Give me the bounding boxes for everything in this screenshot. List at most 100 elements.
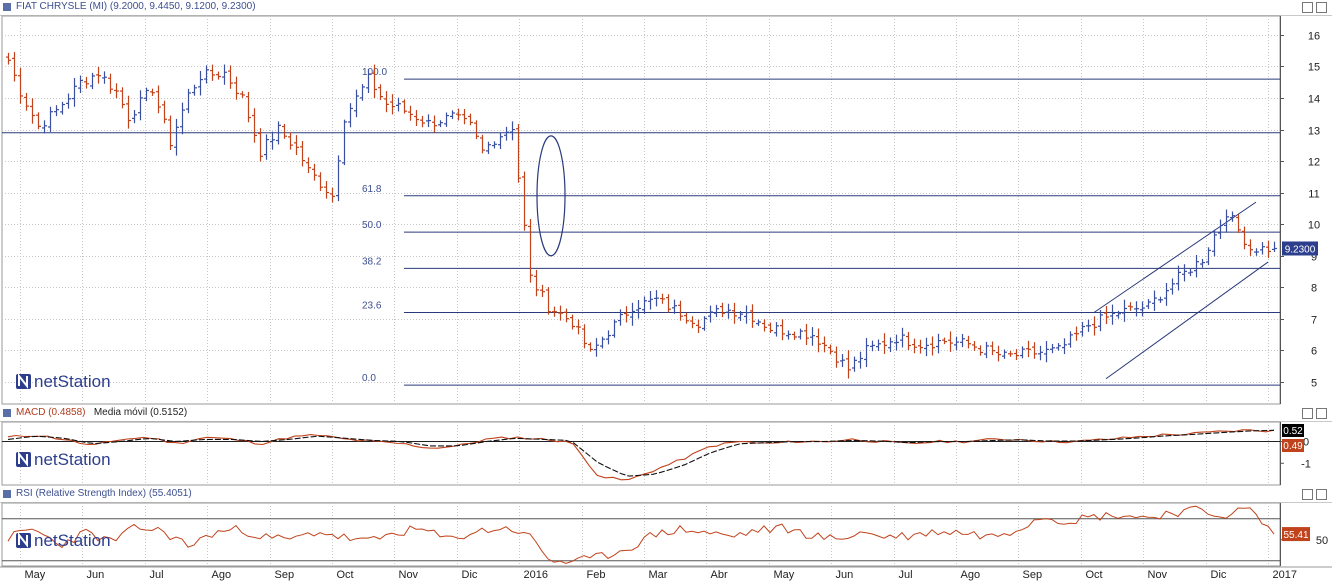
price-bar xyxy=(684,312,689,324)
price-bar xyxy=(774,322,779,337)
price-bar xyxy=(1074,326,1079,341)
price-bar xyxy=(996,345,1001,362)
price-bar xyxy=(408,105,413,121)
price-bar xyxy=(768,322,773,333)
netstation-logo-text: netStation xyxy=(34,372,111,391)
price-bar xyxy=(972,341,977,351)
price-bar xyxy=(540,284,545,298)
price-bar xyxy=(1110,304,1115,325)
price-bar xyxy=(618,309,623,326)
price-bar xyxy=(360,84,365,101)
x-tick-label: Nov xyxy=(1148,569,1168,581)
price-bar xyxy=(522,171,527,231)
fib-label: 38.2 xyxy=(362,256,382,267)
fib-label: 50.0 xyxy=(362,220,382,231)
price-tick-label: 8 xyxy=(1311,283,1317,295)
x-tick-label: Sep xyxy=(1023,569,1043,581)
price-bar xyxy=(1068,331,1073,348)
price-bar xyxy=(942,337,947,345)
price-bar xyxy=(402,99,407,114)
price-bar xyxy=(756,319,761,326)
price-bar xyxy=(348,103,353,128)
price-bar xyxy=(510,121,515,141)
price-bar xyxy=(36,112,41,130)
price-bar xyxy=(1182,264,1187,282)
price-bar xyxy=(828,344,833,355)
price-tick-label: 7 xyxy=(1311,315,1317,327)
last-price-badge-text: 9.2300 xyxy=(1285,244,1316,255)
price-bar xyxy=(198,70,203,96)
price-bar xyxy=(1020,346,1025,359)
price-bar xyxy=(762,319,767,332)
price-bar xyxy=(66,93,71,109)
axis-layer: May Jun Jul Ago Sep Oct Nov Dic 2016 Feb Mar Abr May… xyxy=(0,16,1332,581)
price-bar xyxy=(114,83,119,99)
price-bar xyxy=(660,293,665,304)
fib-label: 61.8 xyxy=(362,184,382,195)
price-bar xyxy=(462,109,467,125)
channel-lower-line xyxy=(1105,261,1269,380)
netstation-logo: netStation xyxy=(16,450,111,469)
price-bar xyxy=(810,327,815,346)
price-bar xyxy=(444,112,449,127)
price-bar xyxy=(318,172,323,192)
price-bar xyxy=(1134,301,1139,317)
price-bar xyxy=(1272,241,1277,252)
x-tick-label: May xyxy=(774,569,795,581)
netstation-logo-text: netStation xyxy=(34,531,111,550)
panel-frame xyxy=(1,15,1281,405)
rsi-layer xyxy=(2,505,1280,564)
x-tick-label: Ago xyxy=(961,569,981,581)
price-bar xyxy=(1056,343,1061,351)
macd-layer xyxy=(2,429,1280,481)
chart-canvas[interactable]: 100.061.850.038.223.60.0 May Jun Jul Ago Sep… xyxy=(0,0,1332,582)
price-bar xyxy=(852,356,857,372)
price-bar xyxy=(270,131,275,150)
price-bar xyxy=(498,132,503,150)
x-tick-label: Jul xyxy=(150,569,164,581)
logo-layer: netStation netStation netStation xyxy=(16,372,111,550)
price-bar xyxy=(60,101,65,115)
price-bar xyxy=(186,88,191,114)
price-bar xyxy=(708,305,713,323)
price-bar xyxy=(1062,338,1067,355)
rsi-badge-text: 55.41 xyxy=(1283,530,1308,541)
macd-tick-label: -1 xyxy=(1301,458,1311,470)
fib-label: 0.0 xyxy=(362,373,376,384)
price-tick-label: 6 xyxy=(1311,346,1317,358)
price-bar xyxy=(714,304,719,318)
price-bar xyxy=(870,340,875,352)
price-bar xyxy=(138,90,143,121)
price-bar xyxy=(546,286,551,315)
price-bar xyxy=(1260,242,1265,255)
price-bar xyxy=(882,333,887,354)
price-bar xyxy=(156,85,161,114)
price-bar xyxy=(780,319,785,341)
price-bar xyxy=(552,306,557,317)
price-tick-label: 11 xyxy=(1308,189,1319,201)
x-tick-label: 2017 xyxy=(1273,569,1297,581)
price-bar xyxy=(1266,240,1271,259)
price-bar xyxy=(102,71,107,84)
price-bar xyxy=(1236,214,1241,233)
price-bar xyxy=(1170,278,1175,295)
x-tick-label: Abr xyxy=(711,569,728,581)
price-bar xyxy=(1086,319,1091,332)
price-bar xyxy=(594,338,599,357)
price-bar xyxy=(900,327,905,348)
price-bar xyxy=(336,155,341,202)
price-bar xyxy=(786,330,791,340)
price-bar xyxy=(30,98,35,124)
price-bar xyxy=(1212,229,1217,257)
price-bar xyxy=(1122,299,1127,322)
price-bar xyxy=(438,120,443,128)
price-bar xyxy=(468,113,473,126)
price-bar xyxy=(1188,269,1193,277)
price-bar xyxy=(636,300,641,319)
price-bar xyxy=(918,339,923,354)
price-tick-label: 14 xyxy=(1308,94,1320,106)
price-bar xyxy=(120,87,125,109)
price-bar xyxy=(72,78,77,107)
price-bar xyxy=(1008,350,1013,357)
price-bar xyxy=(654,290,659,307)
